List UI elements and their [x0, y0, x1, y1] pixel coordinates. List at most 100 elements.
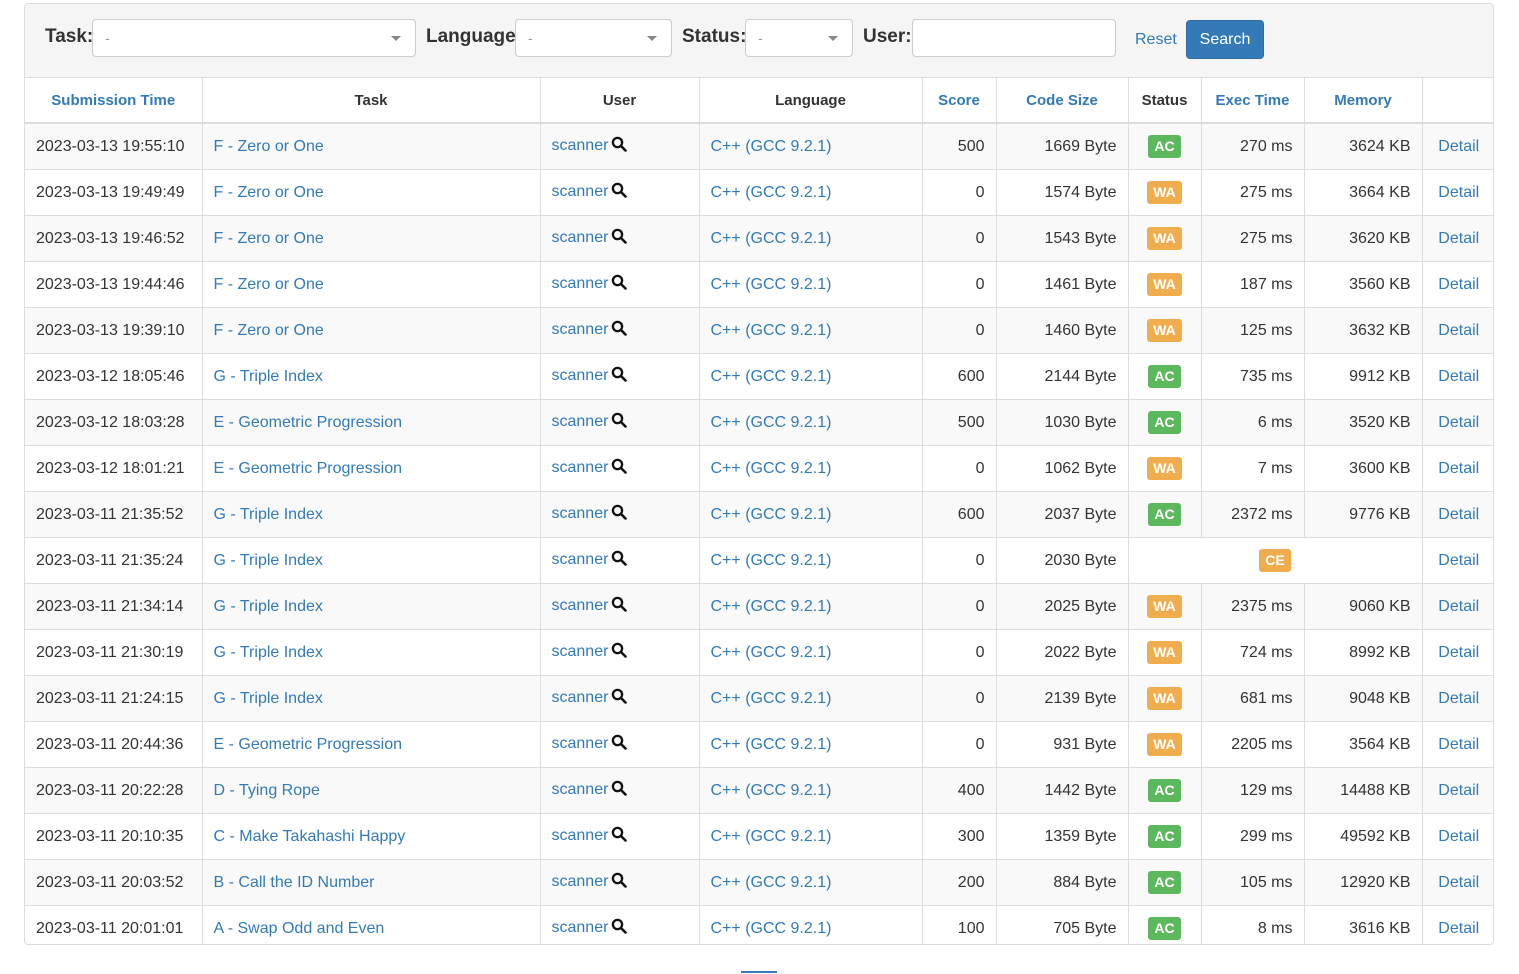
magnifier-icon[interactable]: [611, 274, 628, 295]
reset-link[interactable]: Reset: [1135, 31, 1177, 49]
column-header-score[interactable]: Score: [922, 78, 997, 124]
task-link[interactable]: F - Zero or One: [214, 276, 324, 293]
task-link[interactable]: G - Triple Index: [214, 598, 323, 615]
magnifier-icon[interactable]: [611, 320, 628, 341]
user-link[interactable]: scanner: [552, 643, 609, 660]
task-link[interactable]: A - Swap Odd and Even: [214, 920, 385, 937]
language-link[interactable]: C++ (GCC 9.2.1): [711, 322, 832, 339]
user-link[interactable]: scanner: [552, 459, 609, 476]
task-link[interactable]: B - Call the ID Number: [214, 874, 375, 891]
language-link[interactable]: C++ (GCC 9.2.1): [711, 368, 832, 385]
language-link[interactable]: C++ (GCC 9.2.1): [711, 506, 832, 523]
magnifier-icon[interactable]: [611, 642, 628, 663]
language-link[interactable]: C++ (GCC 9.2.1): [711, 644, 832, 661]
task-link[interactable]: E - Geometric Progression: [214, 414, 403, 431]
detail-link[interactable]: Detail: [1438, 276, 1479, 293]
user-link[interactable]: scanner: [552, 413, 609, 430]
magnifier-icon[interactable]: [611, 412, 628, 433]
user-link[interactable]: scanner: [552, 597, 609, 614]
user-link[interactable]: scanner: [552, 505, 609, 522]
column-header-memory[interactable]: Memory: [1304, 78, 1423, 124]
user-link[interactable]: scanner: [552, 275, 609, 292]
detail-link[interactable]: Detail: [1438, 598, 1479, 615]
magnifier-icon[interactable]: [611, 596, 628, 617]
column-header-code-size[interactable]: Code Size: [996, 78, 1129, 124]
user-input[interactable]: [912, 19, 1116, 57]
detail-link[interactable]: Detail: [1438, 230, 1479, 247]
task-link[interactable]: F - Zero or One: [214, 230, 324, 247]
task-link[interactable]: G - Triple Index: [214, 368, 323, 385]
language-link[interactable]: C++ (GCC 9.2.1): [711, 736, 832, 753]
magnifier-icon[interactable]: [611, 458, 628, 479]
user-link[interactable]: scanner: [552, 781, 609, 798]
task-link[interactable]: E - Geometric Progression: [214, 460, 403, 477]
magnifier-icon[interactable]: [611, 228, 628, 249]
language-link[interactable]: C++ (GCC 9.2.1): [711, 460, 832, 477]
user-link[interactable]: scanner: [552, 137, 609, 154]
magnifier-icon[interactable]: [611, 734, 628, 755]
task-select[interactable]: -: [92, 19, 416, 57]
task-link[interactable]: E - Geometric Progression: [214, 736, 403, 753]
magnifier-icon[interactable]: [611, 550, 628, 571]
detail-link[interactable]: Detail: [1438, 644, 1479, 661]
user-link[interactable]: scanner: [552, 827, 609, 844]
task-link[interactable]: F - Zero or One: [214, 184, 324, 201]
task-link[interactable]: G - Triple Index: [214, 506, 323, 523]
magnifier-icon[interactable]: [611, 688, 628, 709]
magnifier-icon[interactable]: [611, 826, 628, 847]
detail-link[interactable]: Detail: [1438, 828, 1479, 845]
user-link[interactable]: scanner: [552, 183, 609, 200]
language-link[interactable]: C++ (GCC 9.2.1): [711, 138, 832, 155]
magnifier-icon[interactable]: [611, 918, 628, 939]
detail-link[interactable]: Detail: [1438, 874, 1479, 891]
magnifier-icon[interactable]: [611, 366, 628, 387]
detail-link[interactable]: Detail: [1438, 690, 1479, 707]
task-link[interactable]: G - Triple Index: [214, 644, 323, 661]
detail-link[interactable]: Detail: [1438, 138, 1479, 155]
language-link[interactable]: C++ (GCC 9.2.1): [711, 782, 832, 799]
pagination-indicator[interactable]: [741, 971, 777, 973]
detail-link[interactable]: Detail: [1438, 920, 1479, 937]
user-link[interactable]: scanner: [552, 321, 609, 338]
detail-link[interactable]: Detail: [1438, 184, 1479, 201]
language-link[interactable]: C++ (GCC 9.2.1): [711, 414, 832, 431]
column-header-exec-time[interactable]: Exec Time: [1201, 78, 1305, 124]
search-button[interactable]: Search: [1186, 20, 1264, 59]
user-link[interactable]: scanner: [552, 551, 609, 568]
language-link[interactable]: C++ (GCC 9.2.1): [711, 690, 832, 707]
magnifier-icon[interactable]: [611, 182, 628, 203]
detail-link[interactable]: Detail: [1438, 460, 1479, 477]
language-link[interactable]: C++ (GCC 9.2.1): [711, 874, 832, 891]
detail-link[interactable]: Detail: [1438, 552, 1479, 569]
detail-link[interactable]: Detail: [1438, 414, 1479, 431]
user-link[interactable]: scanner: [552, 229, 609, 246]
language-link[interactable]: C++ (GCC 9.2.1): [711, 276, 832, 293]
detail-link[interactable]: Detail: [1438, 368, 1479, 385]
language-link[interactable]: C++ (GCC 9.2.1): [711, 828, 832, 845]
user-link[interactable]: scanner: [552, 367, 609, 384]
task-link[interactable]: F - Zero or One: [214, 322, 324, 339]
magnifier-icon[interactable]: [611, 780, 628, 801]
language-select[interactable]: -: [515, 19, 672, 57]
detail-link[interactable]: Detail: [1438, 506, 1479, 523]
column-header-submission-time[interactable]: Submission Time: [25, 78, 203, 124]
detail-link[interactable]: Detail: [1438, 736, 1479, 753]
user-link[interactable]: scanner: [552, 689, 609, 706]
user-link[interactable]: scanner: [552, 873, 609, 890]
user-link[interactable]: scanner: [552, 735, 609, 752]
language-link[interactable]: C++ (GCC 9.2.1): [711, 920, 832, 937]
language-link[interactable]: C++ (GCC 9.2.1): [711, 184, 832, 201]
task-link[interactable]: F - Zero or One: [214, 138, 324, 155]
language-link[interactable]: C++ (GCC 9.2.1): [711, 598, 832, 615]
task-link[interactable]: D - Tying Rope: [214, 782, 320, 799]
detail-link[interactable]: Detail: [1438, 322, 1479, 339]
magnifier-icon[interactable]: [611, 504, 628, 525]
status-select[interactable]: -: [745, 19, 853, 57]
magnifier-icon[interactable]: [611, 136, 628, 157]
magnifier-icon[interactable]: [611, 872, 628, 893]
task-link[interactable]: G - Triple Index: [214, 552, 323, 569]
language-link[interactable]: C++ (GCC 9.2.1): [711, 230, 832, 247]
detail-link[interactable]: Detail: [1438, 782, 1479, 799]
user-link[interactable]: scanner: [552, 919, 609, 936]
language-link[interactable]: C++ (GCC 9.2.1): [711, 552, 832, 569]
